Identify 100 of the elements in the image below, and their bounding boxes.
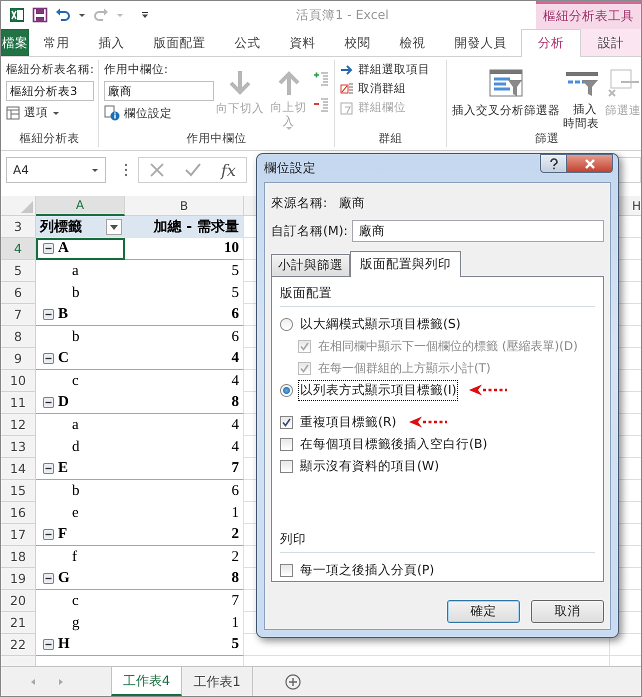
table-cell[interactable]: G — [36, 568, 125, 590]
row-header[interactable]: 9 — [1, 348, 36, 370]
table-cell[interactable]: b — [36, 282, 125, 304]
row-header[interactable]: 16 — [1, 502, 36, 524]
collapse-icon[interactable] — [43, 529, 54, 540]
column-header[interactable]: B — [125, 196, 244, 216]
row-header[interactable]: 14 — [1, 458, 36, 480]
ribbon-tab[interactable]: 版面配置 — [139, 29, 220, 56]
caret-icon[interactable] — [78, 11, 86, 19]
table-cell[interactable]: H — [36, 634, 125, 656]
row-header[interactable]: 11 — [1, 392, 36, 414]
row-header[interactable]: 15 — [1, 480, 36, 502]
checkbox[interactable] — [280, 438, 293, 450]
table-cell[interactable]: 2 — [125, 524, 244, 546]
dialog-tab[interactable]: 小計與篩選 — [271, 254, 350, 276]
row-header[interactable]: 20 — [1, 590, 36, 612]
table-cell[interactable]: a — [36, 414, 125, 436]
table-cell[interactable]: A — [36, 238, 125, 260]
ribbon-tab[interactable]: 插入 — [84, 29, 139, 56]
collapse-icon[interactable] — [43, 397, 54, 408]
radio-button[interactable] — [280, 384, 293, 396]
field-settings-button[interactable]: 欄位設定 — [104, 105, 214, 121]
table-cell[interactable]: e — [36, 502, 125, 524]
ribbon-tab[interactable]: 校閱 — [330, 29, 385, 56]
table-cell[interactable]: 6 — [125, 480, 244, 502]
table-cell[interactable]: 5 — [125, 260, 244, 282]
row-header[interactable]: 22 — [1, 634, 36, 656]
collapse-icon[interactable] — [43, 463, 54, 474]
table-cell[interactable]: 列標籤 — [36, 216, 125, 238]
ribbon-tab[interactable]: 檔案 — [1, 29, 29, 56]
insert-function-button[interactable]: fx — [221, 160, 236, 180]
table-cell[interactable]: 6 — [125, 304, 244, 326]
table-cell[interactable]: 7 — [125, 590, 244, 612]
row-header[interactable]: 7 — [1, 304, 36, 326]
column-header[interactable]: A — [36, 196, 125, 216]
row-header[interactable]: 13 — [1, 436, 36, 458]
table-cell[interactable]: d — [36, 436, 125, 458]
row-header[interactable]: 4 — [1, 238, 36, 260]
collapse-icon[interactable] — [43, 309, 54, 320]
table-cell[interactable]: f — [36, 546, 125, 568]
table-cell[interactable]: D — [36, 392, 125, 414]
table-cell[interactable]: 1 — [125, 502, 244, 524]
ribbon-tab[interactable]: 開發人員 — [440, 29, 521, 56]
table-cell[interactable]: c — [36, 370, 125, 392]
table-cell[interactable]: 4 — [125, 348, 244, 370]
dropdown-icon[interactable] — [91, 166, 99, 174]
ribbon-tab[interactable]: 分析 — [521, 29, 581, 57]
drag-handle-icon[interactable] — [124, 163, 128, 177]
table-cell[interactable]: b — [36, 326, 125, 348]
table-cell[interactable]: 8 — [125, 392, 244, 414]
sheet-tab[interactable]: 工作表4 — [111, 667, 182, 696]
group-selection-button[interactable]: 群組選取項目 — [340, 62, 441, 77]
table-cell[interactable]: 4 — [125, 436, 244, 458]
table-cell[interactable]: 1 — [125, 612, 244, 634]
collapse-icon[interactable] — [43, 353, 54, 364]
dialog-tab[interactable]: 版面配置與列印 — [350, 251, 461, 277]
collapse-icon[interactable] — [43, 573, 54, 584]
row-header[interactable]: 21 — [1, 612, 36, 634]
row-header[interactable]: 6 — [1, 282, 36, 304]
table-cell[interactable]: C — [36, 348, 125, 370]
row-header[interactable]: 18 — [1, 546, 36, 568]
row-header[interactable]: 17 — [1, 524, 36, 546]
checkbox[interactable] — [280, 564, 293, 576]
table-cell[interactable]: a — [36, 260, 125, 282]
ribbon-tab[interactable]: 公式 — [220, 29, 275, 56]
table-cell[interactable]: B — [36, 304, 125, 326]
collapse-field-icon[interactable] — [313, 96, 329, 112]
collapse-icon[interactable] — [43, 243, 54, 254]
check-icon[interactable] — [185, 162, 201, 178]
row-header[interactable]: 12 — [1, 414, 36, 436]
insert-timeline-button[interactable]: 插入時間表 — [562, 62, 602, 131]
table-cell[interactable]: 7 — [125, 458, 244, 480]
table-cell[interactable]: 8 — [125, 568, 244, 590]
table-cell[interactable]: E — [36, 458, 125, 480]
add-sheet-icon[interactable] — [285, 674, 301, 690]
table-cell[interactable]: b — [36, 480, 125, 502]
table-cell[interactable]: 加總 - 需求量 — [125, 216, 244, 238]
ribbon-tab[interactable]: 設計 — [581, 29, 641, 56]
options-button[interactable]: 選項 — [6, 105, 93, 120]
spreadsheet-logo-icon[interactable] — [9, 7, 25, 23]
expand-field-icon[interactable] — [313, 70, 329, 86]
table-cell[interactable]: 4 — [125, 414, 244, 436]
ok-button[interactable]: 確定 — [447, 600, 520, 623]
checkbox[interactable] — [280, 460, 293, 472]
radio-button[interactable] — [280, 318, 293, 330]
row-header[interactable]: 5 — [1, 260, 36, 282]
save-icon[interactable] — [32, 7, 48, 23]
table-cell[interactable]: 10 — [125, 238, 244, 260]
name-box[interactable]: A4 — [6, 157, 106, 183]
insert-slicer-button[interactable]: 插入交叉分析篩選器 — [452, 62, 560, 131]
close-button[interactable] — [567, 154, 613, 173]
row-header[interactable]: 8 — [1, 326, 36, 348]
row-header[interactable]: 10 — [1, 370, 36, 392]
table-cell[interactable]: 2 — [125, 546, 244, 568]
table-cell[interactable]: c — [36, 590, 125, 612]
table-cell[interactable]: g — [36, 612, 125, 634]
active-field-input[interactable]: 廠商 — [104, 81, 214, 101]
checkbox[interactable] — [280, 416, 293, 428]
pivot-name-field[interactable]: 樞紐分析表3 — [6, 81, 94, 101]
table-cell[interactable]: 6 — [125, 326, 244, 348]
